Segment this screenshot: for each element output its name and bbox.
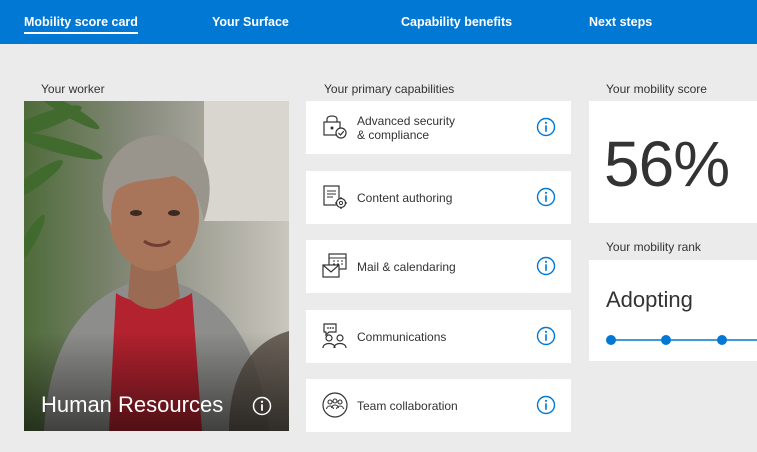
top-navigation: Mobility score card Your Surface Capabil… [0, 0, 757, 44]
info-icon[interactable] [536, 395, 556, 415]
tab-mobility-score-card[interactable]: Mobility score card [24, 0, 138, 44]
tab-capability-benefits[interactable]: Capability benefits [401, 0, 512, 44]
lock-check-icon [323, 115, 347, 139]
info-icon[interactable] [536, 256, 556, 276]
rank-step-marker [606, 335, 616, 345]
mobility-rank-card: Adopting [589, 260, 757, 361]
rank-progress-track [606, 335, 757, 345]
capabilities-section-label: Your primary capabilities [324, 82, 455, 96]
capability-label: Content authoring [357, 190, 453, 205]
rank-section-label: Your mobility rank [606, 240, 701, 254]
mail-calendar-icon [322, 253, 347, 278]
info-icon[interactable] [536, 117, 556, 137]
rank-step-marker [717, 335, 727, 345]
worker-photo [24, 101, 289, 431]
worker-title: Human Resources [41, 392, 224, 417]
chat-people-icon [322, 323, 347, 349]
info-icon[interactable] [252, 396, 272, 416]
team-circle-icon [322, 392, 348, 418]
capability-label: Mail & calendaring [357, 259, 456, 274]
tab-your-surface[interactable]: Your Surface [212, 0, 289, 44]
capability-content-authoring[interactable]: Content authoring [306, 171, 571, 224]
info-icon[interactable] [536, 326, 556, 346]
score-section-label: Your mobility score [606, 82, 707, 96]
capability-label: Communications [357, 329, 447, 344]
document-gear-icon [323, 185, 347, 209]
capability-label: Advanced security & compliance [357, 113, 456, 142]
capability-advanced-security[interactable]: Advanced security & compliance [306, 101, 571, 154]
capability-team-collaboration[interactable]: Team collaboration [306, 379, 571, 432]
capability-mail-calendaring[interactable]: Mail & calendaring [306, 240, 571, 293]
mobility-rank-value: Adopting [606, 287, 693, 312]
capability-label: Team collaboration [357, 398, 458, 413]
worker-section-label: Your worker [41, 82, 105, 96]
rank-step-marker [661, 335, 671, 345]
info-icon[interactable] [536, 187, 556, 207]
capability-communications[interactable]: Communications [306, 310, 571, 363]
worker-card[interactable]: Human Resources [24, 101, 289, 431]
tab-next-steps[interactable]: Next steps [589, 0, 652, 44]
mobility-score-card: 56% [589, 101, 757, 223]
mobility-score-value: 56% [604, 128, 730, 200]
